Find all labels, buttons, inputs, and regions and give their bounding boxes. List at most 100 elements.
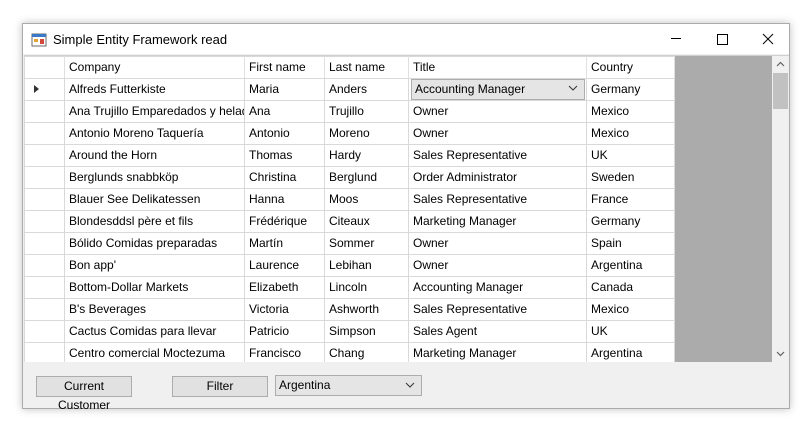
row-header[interactable] xyxy=(24,232,65,255)
cell-last-name[interactable]: Moreno xyxy=(324,122,409,145)
row-header[interactable] xyxy=(24,276,65,299)
cell-country[interactable]: Canada xyxy=(586,276,675,299)
cell-company[interactable]: Bottom-Dollar Markets xyxy=(64,276,245,299)
cell-last-name[interactable]: Trujillo xyxy=(324,100,409,123)
current-customer-button[interactable]: Current Customer xyxy=(36,376,132,412)
cell-first-name[interactable]: Maria xyxy=(244,78,325,101)
cell-title[interactable]: Sales Agent xyxy=(408,320,587,343)
cell-country[interactable]: Mexico xyxy=(586,100,675,123)
cell-last-name[interactable]: Berglund xyxy=(324,166,409,189)
cell-company[interactable]: Alfreds Futterkiste xyxy=(64,78,245,101)
cell-company[interactable]: Centro comercial Moctezuma xyxy=(64,342,245,362)
cell-last-name[interactable]: Citeaux xyxy=(324,210,409,233)
vertical-scrollbar[interactable] xyxy=(772,56,789,362)
cell-first-name[interactable]: Elizabeth xyxy=(244,276,325,299)
cell-title[interactable]: Sales Representative xyxy=(408,298,587,321)
cell-title[interactable]: Owner xyxy=(408,122,587,145)
column-header-first-name[interactable]: First name xyxy=(244,56,325,79)
cell-company[interactable]: Bólido Comidas preparadas xyxy=(64,232,245,255)
row-header[interactable] xyxy=(24,254,65,277)
table-row[interactable]: Blondesddsl père et fils Frédérique Citeau… xyxy=(24,210,675,233)
cell-title[interactable]: Sales Representative xyxy=(408,188,587,211)
table-row[interactable]: Centro comercial Moctezuma Francisco Chang… xyxy=(24,342,675,362)
column-header-country[interactable]: Country xyxy=(586,56,675,79)
row-header[interactable] xyxy=(24,342,65,362)
cell-company[interactable]: Blauer See Delikatessen xyxy=(64,188,245,211)
cell-last-name[interactable]: Anders xyxy=(324,78,409,101)
row-header[interactable] xyxy=(24,166,65,189)
title-combo-editor[interactable]: Accounting Manager xyxy=(411,79,585,100)
cell-last-name[interactable]: Lebihan xyxy=(324,254,409,277)
table-row[interactable]: Cactus Comidas para llevar Patricio Simpso… xyxy=(24,320,675,343)
cell-country[interactable]: Argentina xyxy=(586,254,675,277)
filter-button[interactable]: Filter xyxy=(172,376,268,397)
cell-company[interactable]: B's Beverages xyxy=(64,298,245,321)
cell-title[interactable]: Owner xyxy=(408,232,587,255)
cell-company[interactable]: Bon app' xyxy=(64,254,245,277)
cell-title[interactable]: Sales Representative xyxy=(408,144,587,167)
row-header[interactable] xyxy=(24,100,65,123)
row-header[interactable] xyxy=(24,298,65,321)
cell-country[interactable]: UK xyxy=(586,144,675,167)
cell-title[interactable]: Accounting Manager xyxy=(408,78,587,101)
cell-last-name[interactable]: Ashworth xyxy=(324,298,409,321)
cell-first-name[interactable]: Antonio xyxy=(244,122,325,145)
minimize-button[interactable] xyxy=(653,24,699,54)
cell-first-name[interactable]: Martín xyxy=(244,232,325,255)
table-row[interactable]: Alfreds Futterkiste Maria Anders Accounting… xyxy=(24,78,675,101)
cell-first-name[interactable]: Christina xyxy=(244,166,325,189)
cell-company[interactable]: Cactus Comidas para llevar xyxy=(64,320,245,343)
row-header[interactable] xyxy=(24,188,65,211)
cell-last-name[interactable]: Moos xyxy=(324,188,409,211)
cell-first-name[interactable]: Laurence xyxy=(244,254,325,277)
cell-last-name[interactable]: Hardy xyxy=(324,144,409,167)
cell-company[interactable]: Ana Trujillo Emparedados y helados xyxy=(64,100,245,123)
cell-country[interactable]: Germany xyxy=(586,210,675,233)
cell-title[interactable]: Owner xyxy=(408,254,587,277)
table-row[interactable]: Ana Trujillo Emparedados y helados Ana Tru… xyxy=(24,100,675,123)
cell-title[interactable]: Accounting Manager xyxy=(408,276,587,299)
customer-grid[interactable]: Company First name Last name Title Count… xyxy=(24,55,789,362)
row-header[interactable] xyxy=(24,78,65,101)
row-header[interactable] xyxy=(24,122,65,145)
cell-country[interactable]: France xyxy=(586,188,675,211)
cell-company[interactable]: Blondesddsl père et fils xyxy=(64,210,245,233)
cell-first-name[interactable]: Ana xyxy=(244,100,325,123)
cell-country[interactable]: UK xyxy=(586,320,675,343)
cell-title[interactable]: Marketing Manager xyxy=(408,342,587,362)
cell-first-name[interactable]: Hanna xyxy=(244,188,325,211)
column-header-title[interactable]: Title xyxy=(408,56,587,79)
row-header[interactable] xyxy=(24,320,65,343)
row-header-corner[interactable] xyxy=(24,56,65,79)
cell-country[interactable]: Argentina xyxy=(586,342,675,362)
cell-last-name[interactable]: Simpson xyxy=(324,320,409,343)
column-header-company[interactable]: Company xyxy=(64,56,245,79)
table-row[interactable]: Bottom-Dollar Markets Elizabeth Lincoln Acc… xyxy=(24,276,675,299)
cell-title[interactable]: Marketing Manager xyxy=(408,210,587,233)
table-row[interactable]: Bon app' Laurence Lebihan Owner Argentina xyxy=(24,254,675,277)
scroll-down-icon[interactable] xyxy=(772,345,789,362)
row-header[interactable] xyxy=(24,144,65,167)
cell-first-name[interactable]: Frédérique xyxy=(244,210,325,233)
row-header[interactable] xyxy=(24,210,65,233)
table-row[interactable]: Antonio Moreno Taquería Antonio Moreno Owne… xyxy=(24,122,675,145)
cell-country[interactable]: Mexico xyxy=(586,298,675,321)
maximize-button[interactable] xyxy=(699,24,745,54)
table-row[interactable]: Berglunds snabbköp Christina Berglund Order… xyxy=(24,166,675,189)
cell-first-name[interactable]: Francisco xyxy=(244,342,325,362)
scroll-thumb[interactable] xyxy=(773,73,788,109)
cell-first-name[interactable]: Patricio xyxy=(244,320,325,343)
country-filter-select[interactable]: Argentina xyxy=(275,375,422,396)
table-row[interactable]: B's Beverages Victoria Ashworth Sales Repre… xyxy=(24,298,675,321)
table-row[interactable]: Around the Horn Thomas Hardy Sales Represen… xyxy=(24,144,675,167)
cell-company[interactable]: Antonio Moreno Taquería xyxy=(64,122,245,145)
cell-country[interactable]: Mexico xyxy=(586,122,675,145)
cell-first-name[interactable]: Victoria xyxy=(244,298,325,321)
table-row[interactable]: Bólido Comidas preparadas Martín Sommer Own… xyxy=(24,232,675,255)
cell-company[interactable]: Around the Horn xyxy=(64,144,245,167)
column-header-last-name[interactable]: Last name xyxy=(324,56,409,79)
cell-last-name[interactable]: Chang xyxy=(324,342,409,362)
cell-country[interactable]: Germany xyxy=(586,78,675,101)
cell-country[interactable]: Sweden xyxy=(586,166,675,189)
table-row[interactable]: Blauer See Delikatessen Hanna Moos Sales Re… xyxy=(24,188,675,211)
